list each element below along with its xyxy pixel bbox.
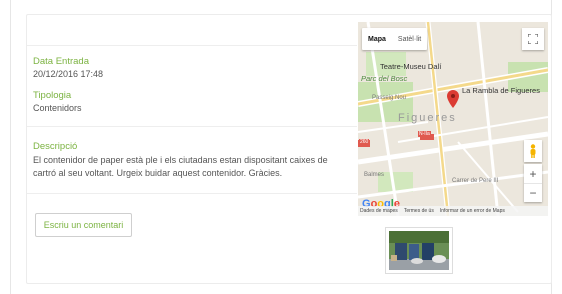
description-text: El contenidor de paper està ple i els ci… (33, 155, 328, 178)
map-label-rambla: La Rambla de Figueres (462, 86, 540, 95)
divider (27, 193, 357, 194)
pegman-icon[interactable] (524, 140, 542, 162)
map-attribution: Dades de mapes Termes de ús Informar de … (358, 206, 548, 216)
map-label-road-260: 260 (359, 139, 370, 145)
map-label-balmes: Balmes (364, 172, 385, 178)
fullscreen-icon[interactable] (522, 28, 544, 50)
attribution-map-data[interactable]: Dades de mapes (360, 208, 398, 214)
map-marker-icon[interactable] (447, 90, 459, 108)
type-value: Contenidors (33, 103, 82, 113)
map-label-passeig: Passeig Nou (372, 95, 407, 101)
divider (27, 126, 357, 127)
map-tab-satellite[interactable]: Satèl·lit (392, 28, 427, 50)
write-comment-button[interactable]: Escriu un comentari (35, 213, 132, 237)
map-label-city: Figueres (398, 112, 457, 124)
zoom-out-button[interactable]: − (524, 183, 542, 202)
zoom-controls: + − (524, 164, 542, 202)
attribution-terms[interactable]: Termes de ús (404, 208, 434, 214)
map-label-park: Parc del Bosc (361, 74, 408, 83)
location-map[interactable]: Mapa Satèl·lit Teatre-Museu Dalí Parc de… (358, 22, 548, 216)
description-label: Descripció (33, 141, 78, 152)
map-tab-map[interactable]: Mapa (362, 28, 392, 50)
attribution-report-error[interactable]: Informar de un error de Maps (440, 208, 505, 214)
map-label-carrer-pere: Carrer de Pere III (452, 178, 499, 184)
divider (27, 45, 357, 46)
date-value: 20/12/2016 17:48 (33, 69, 104, 79)
map-label-museum: Teatre-Museu Dalí (380, 62, 442, 71)
incident-photo-thumbnail[interactable] (385, 227, 453, 274)
type-label: Tipologia (33, 90, 72, 101)
map-type-tabs: Mapa Satèl·lit (362, 28, 428, 50)
map-label-road-n2: N-IIa (418, 131, 431, 137)
zoom-in-button[interactable]: + (524, 164, 542, 183)
incident-photo (389, 231, 449, 270)
date-label: Data Entrada (33, 56, 89, 67)
